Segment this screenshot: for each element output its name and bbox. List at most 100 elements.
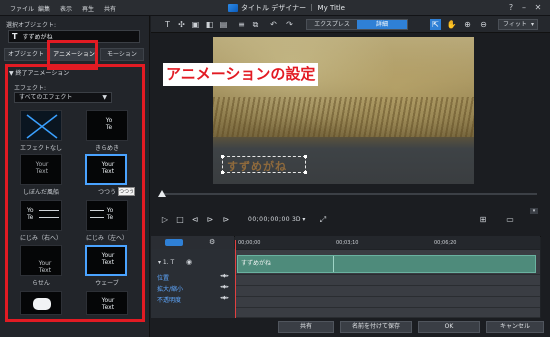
share-button[interactable]: 共有 xyxy=(278,321,334,333)
save-as-button[interactable]: 名前を付けて保存 xyxy=(340,321,412,333)
effect-thumb-deflated[interactable]: Your Text xyxy=(20,154,62,185)
blur-line xyxy=(39,210,59,211)
3d-mode-select[interactable]: 3D ▾ xyxy=(292,216,305,223)
grid-icon[interactable]: ⊞ xyxy=(478,214,488,225)
keyframe-nav-icon[interactable]: ◂◆▸ xyxy=(220,273,229,279)
text-tool-icon[interactable]: T xyxy=(162,19,173,30)
help-icon[interactable]: ? xyxy=(506,3,516,13)
undo-icon[interactable]: ↶ xyxy=(268,19,279,30)
resize-handle[interactable] xyxy=(221,155,224,158)
effect-thumb-text: Your Text xyxy=(101,297,115,311)
track-row-scale: 拡大/縮小 xyxy=(157,286,184,293)
effect-select[interactable]: すべてのエフェクト ▼ xyxy=(14,92,112,103)
effect-thumb-blob[interactable] xyxy=(20,291,62,315)
zoom-in-icon[interactable]: ⊕ xyxy=(462,19,473,30)
section-title[interactable]: ▼ 終了アニメーション xyxy=(9,68,69,77)
zoom-fit-value: フィット xyxy=(503,21,527,28)
effect-thumb-text: Your Text xyxy=(38,260,52,274)
zoom-out-icon[interactable]: ⊖ xyxy=(478,19,489,30)
keyframe-nav-icon[interactable]: ◂◆▸ xyxy=(220,295,229,301)
playhead[interactable] xyxy=(235,240,236,318)
menu-share[interactable]: 共有 xyxy=(104,4,116,13)
timecode: 00;00;00;00 xyxy=(248,216,291,223)
effect-label-deflated: しぼんだ風船 xyxy=(22,189,59,196)
blur-line xyxy=(90,217,104,218)
track-lane[interactable] xyxy=(235,297,540,308)
scrollbar[interactable] xyxy=(541,33,550,320)
next-frame-icon[interactable]: ⊳ xyxy=(205,214,215,225)
shape-icon[interactable]: ◧ xyxy=(204,19,215,30)
timeline-header: ⚙ xyxy=(151,236,234,249)
menu-file[interactable]: ファイル xyxy=(10,4,34,13)
effect-thumb-spiral[interactable]: Your Text xyxy=(20,245,62,276)
settings-icon[interactable]: ⚙ xyxy=(209,238,215,246)
menu-view[interactable]: 表示 xyxy=(60,4,72,13)
close-icon[interactable]: ✕ xyxy=(533,3,543,13)
effect-label-wave: ウェーブ xyxy=(95,280,119,287)
resize-handle[interactable] xyxy=(221,171,224,174)
eye-icon[interactable]: ◉ xyxy=(186,258,192,266)
track-lane[interactable] xyxy=(235,286,540,297)
layer-icon[interactable]: ⧉ xyxy=(250,19,261,30)
effect-thumb-blur-right[interactable]: Yo Te xyxy=(20,200,62,231)
effect-label-sparkle: きらめき xyxy=(94,145,119,152)
menu-play[interactable]: 再生 xyxy=(82,4,94,13)
select-tool-icon[interactable]: ⇱ xyxy=(430,19,441,30)
effect-thumb-sparkle[interactable]: Yo Te xyxy=(86,110,128,141)
image-icon[interactable]: ▣ xyxy=(190,19,201,30)
resize-handle[interactable] xyxy=(304,155,307,158)
ruler-timecode: 00;03;10 xyxy=(336,240,359,246)
keyframe-nav-icon[interactable]: ◂◆▸ xyxy=(220,284,229,290)
ok-button[interactable]: OK xyxy=(418,321,480,333)
effect-thumb-none[interactable] xyxy=(20,110,62,141)
effect-thumb-more[interactable]: Your Text xyxy=(86,291,128,315)
fast-forward-icon[interactable]: ⊳ xyxy=(221,214,231,225)
effect-select-value: すべてのエフェクト xyxy=(19,94,73,101)
particle-icon[interactable]: ✣ xyxy=(176,19,187,30)
collapse-icon[interactable]: ▾ xyxy=(530,208,538,214)
tab-motion[interactable]: モーション xyxy=(100,48,144,61)
effect-thumb-tsutsuu[interactable]: Your Text xyxy=(85,154,127,185)
background-icon[interactable]: ▤ xyxy=(218,19,229,30)
hand-tool-icon[interactable]: ✋ xyxy=(446,19,457,30)
window-title-text: タイトル デザイナー ｜ My Title xyxy=(241,4,345,12)
mode-express-button[interactable]: エクスプレス xyxy=(307,20,357,29)
effect-thumb-text: Your Text xyxy=(101,161,115,175)
clip-label: すずめがね xyxy=(241,260,272,267)
timeline-ruler[interactable] xyxy=(235,236,540,249)
preview-scrubber[interactable] xyxy=(160,193,537,195)
effect-thumb-blur-left[interactable]: Yo Te xyxy=(86,200,128,231)
chevron-down-icon: ▾ xyxy=(530,21,534,28)
menu-edit[interactable]: 編集 xyxy=(38,4,50,13)
cancel-button[interactable]: キャンセル xyxy=(486,321,544,333)
resize-handle[interactable] xyxy=(304,171,307,174)
zoom-fit-select[interactable]: フィット ▾ xyxy=(498,19,538,30)
cross-icon xyxy=(21,111,61,140)
keyframe-toggle[interactable] xyxy=(165,239,183,246)
effect-thumb-text: Your Text xyxy=(35,161,49,175)
stop-icon[interactable]: □ xyxy=(175,214,185,225)
prev-frame-icon[interactable]: ⊲ xyxy=(190,214,200,225)
effect-thumb-text: Yo Te xyxy=(105,117,113,131)
tooltip: つつう xyxy=(118,187,135,196)
redo-icon[interactable]: ↷ xyxy=(284,19,295,30)
effect-label: エフェクト: xyxy=(14,85,47,92)
mode-detail-button[interactable]: 詳細 xyxy=(357,20,407,29)
title-text-object[interactable]: すずめがね xyxy=(221,155,307,174)
minimize-icon[interactable]: – xyxy=(519,3,529,13)
track-lane[interactable] xyxy=(235,308,540,318)
align-icon[interactable]: ≡ xyxy=(236,19,247,30)
safe-zone-icon[interactable]: ▭ xyxy=(505,214,515,225)
title-clip[interactable]: すずめがね xyxy=(237,255,536,273)
ruler-timecode: 00;06;20 xyxy=(434,240,457,246)
scrubber-knob[interactable] xyxy=(158,190,166,197)
blur-line xyxy=(39,217,59,218)
track-lane[interactable] xyxy=(235,275,540,286)
effect-label-blur-left: にじみ（左へ） xyxy=(85,235,128,242)
tab-object[interactable]: オブジェクト xyxy=(4,48,48,61)
window-title: タイトル デザイナー ｜ My Title xyxy=(228,3,345,13)
effect-label-spiral: らせん xyxy=(32,280,50,287)
effect-thumb-wave[interactable]: Your Text xyxy=(85,245,127,276)
play-icon[interactable]: ▷ xyxy=(160,214,170,225)
fullscreen-icon[interactable]: ⤢ xyxy=(318,214,328,225)
